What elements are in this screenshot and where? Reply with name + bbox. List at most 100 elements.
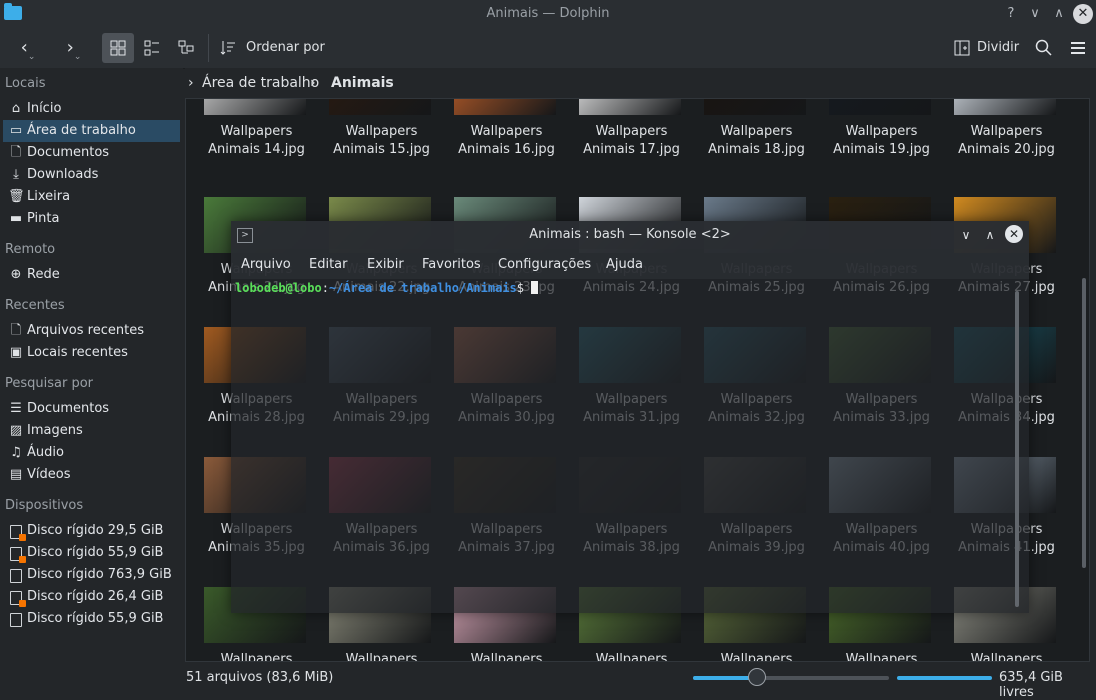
konsole-scrollbar[interactable] [1015,291,1019,607]
scrollbar-handle[interactable] [1082,278,1086,568]
device-disk-3[interactable]: Disco rígido 763,9 GiB [3,564,180,586]
prompt-colon: : [321,281,329,295]
minimize-icon[interactable]: ∨ [957,226,975,244]
file-name-line-1: Wallpapers [970,124,1043,139]
shell-prompt: lobodeb@lobo:~/Área de trabalho/Animais$ [235,281,539,295]
breadcrumb-parent[interactable]: Área de trabalho [202,75,319,91]
file-item[interactable]: Wallpapers Animais 18.jpg [694,99,814,179]
compact-view-icon [144,40,159,56]
minimize-icon[interactable]: ∨ [1025,4,1045,24]
recent-document-icon: 🗋 [10,323,22,338]
device-disk-4[interactable]: Disco rígido 26,4 GiB [3,586,180,608]
compact-view-button[interactable] [136,33,168,63]
file-name-line-1: Wallpapers [595,124,668,139]
konsole-close-button[interactable]: ✕ [1005,225,1023,243]
text-cursor [531,281,539,294]
place-recent-locations[interactable]: ▣ Locais recentes [3,342,180,364]
prompt-path: ~/Área de trabalho/Animais [328,281,517,295]
search-images[interactable]: ▨ Imagens [3,420,180,442]
place-desktop[interactable]: ▭ Área de trabalho [3,120,180,142]
place-pinta[interactable]: ▬ Pinta [3,208,180,230]
help-icon[interactable]: ? [1001,4,1021,24]
toolbar-separator [208,34,209,62]
maximize-icon[interactable]: ∧ [1049,4,1069,24]
maximize-icon[interactable]: ∧ [981,226,999,244]
place-label: Arquivos recentes [27,323,144,338]
place-documents[interactable]: 🗋 Documentos [3,142,180,164]
file-item[interactable]: Wallpapers Animais 20.jpg [944,99,1064,179]
file-item[interactable]: Wallpapers Animais 14.jpg [194,99,314,179]
place-network[interactable]: ⊕ Rede [3,264,180,286]
place-label: Pinta [27,211,60,226]
menu-exibir[interactable]: Exibir [367,257,404,272]
zoom-slider[interactable] [693,676,889,680]
place-downloads[interactable]: ⤓ Downloads [3,164,180,186]
breadcrumb-current[interactable]: Animais [331,75,394,91]
place-label: Disco rígido 26,4 GiB [27,589,164,604]
breadcrumb-separator-icon: › [310,75,316,91]
menu-ajuda[interactable]: Ajuda [606,257,643,272]
document-icon: 🗋 [10,145,22,160]
device-disk-5[interactable]: Disco rígido 55,9 GiB [3,608,180,630]
menu-editar[interactable]: Editar [309,257,348,272]
chevron-down-icon: ⌄ [27,52,36,62]
sort-icon [220,41,235,55]
search-icon [1035,39,1052,56]
home-icon: ⌂ [11,101,21,116]
menu-configuracoes[interactable]: Configurações [498,257,591,272]
place-home[interactable]: ⌂ Início [3,98,180,120]
vertical-scrollbar[interactable] [1082,100,1088,660]
file-name-line-1: Wallpapers [345,652,418,662]
sort-by-label: Ordenar por [246,40,325,55]
section-title-pesquisar: Pesquisar por [5,376,94,391]
title-bar: Animais — Dolphin ? ∨ ∧ ✕ [0,0,1096,28]
close-window-button[interactable]: ✕ [1073,4,1093,24]
search-button[interactable] [1030,33,1058,63]
free-space-bar [897,676,992,680]
zoom-slider-fill [693,676,754,680]
toolbar: ‹⌄ ›⌄ Ordenar por Dividir [0,28,1096,69]
terminal-area[interactable]: lobodeb@lobo:~/Área de trabalho/Animais$ [235,279,1015,611]
konsole-title: Animais : bash — Konsole <2> [529,227,731,242]
image-thumbnail [954,99,1056,115]
file-name-line-1: Wallpapers [220,652,293,662]
image-thumbnail [204,99,306,115]
image-thumbnail [454,99,556,115]
menu-favoritos[interactable]: Favoritos [422,257,481,272]
sort-by-button[interactable]: Ordenar por [216,33,326,63]
split-view-button[interactable]: Dividir [948,33,1023,63]
search-audio[interactable]: ♫ Áudio [3,442,180,464]
search-videos[interactable]: ▤ Vídeos [3,464,180,486]
place-label: Locais recentes [27,345,128,360]
section-title-dispositivos: Dispositivos [5,498,84,513]
place-recent-files[interactable]: 🗋 Arquivos recentes [3,320,180,342]
hamburger-menu-button[interactable] [1064,33,1092,63]
konsole-window[interactable]: > Animais : bash — Konsole <2> ∨ ∧ ✕ Arq… [231,221,1029,613]
search-documents[interactable]: ☰ Documentos [3,398,180,420]
file-name-line-1: Wallpapers [595,652,668,662]
zoom-slider-handle[interactable] [748,668,766,686]
menu-arquivo[interactable]: Arquivo [241,257,291,272]
split-label: Dividir [977,40,1020,55]
hard-disk-icon [8,608,24,635]
image-thumbnail [579,99,681,115]
file-name-line-2: Animais 19.jpg [833,142,930,157]
back-button[interactable]: ‹⌄ [8,33,48,63]
file-name-line-1: Wallpapers [720,652,793,662]
icons-view-button[interactable] [102,33,134,63]
place-label: Início [27,101,62,116]
details-view-button[interactable] [170,33,202,63]
file-name-line-1: Wallpapers [345,124,418,139]
file-item[interactable]: Wallpapers Animais 15.jpg [319,99,439,179]
place-label: Disco rígido 29,5 GiB [27,523,164,538]
device-disk-1[interactable]: Disco rígido 29,5 GiB [3,520,180,542]
file-item[interactable]: Wallpapers Animais 19.jpg [819,99,939,179]
place-trash[interactable]: 🗑 Lixeira [3,186,180,208]
section-title-remoto: Remoto [5,242,56,257]
file-name-line-2: Animais 20.jpg [958,142,1055,157]
file-item[interactable]: Wallpapers Animais 16.jpg [444,99,564,179]
file-name-line-2: Animais 17.jpg [583,142,680,157]
file-item[interactable]: Wallpapers Animais 17.jpg [569,99,689,179]
device-disk-2[interactable]: Disco rígido 55,9 GiB [3,542,180,564]
forward-button[interactable]: ›⌄ [54,33,94,63]
